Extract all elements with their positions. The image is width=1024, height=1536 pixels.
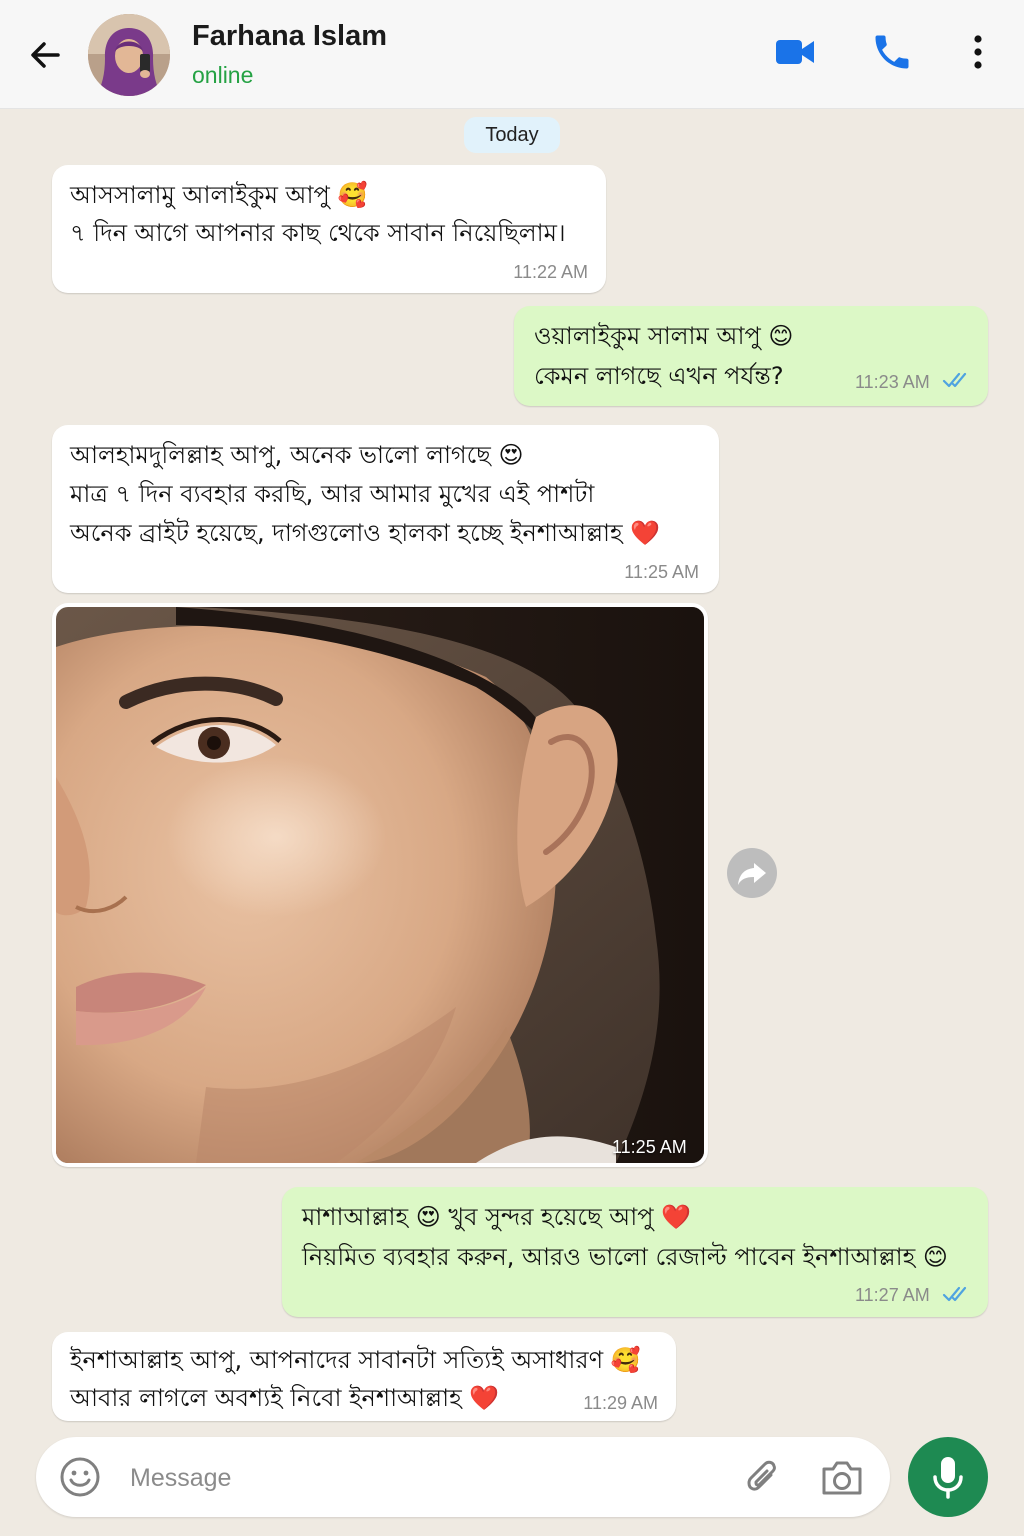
date-separator: Today	[464, 117, 560, 153]
message-outgoing[interactable]: মাশাআল্লাহ 😍 খুব সুন্দর হয়েছে আপু ❤️ নি…	[282, 1187, 988, 1317]
avatar-image	[88, 14, 170, 96]
message-line: আলহামদুলিল্লাহ আপু, অনেক ভালো লাগছে 😍	[70, 441, 524, 469]
message-line: মাশাআল্লাহ 😍 খুব সুন্দর হয়েছে আপু ❤️	[302, 1203, 692, 1231]
mic-icon	[933, 1457, 963, 1499]
camera-icon[interactable]	[818, 1455, 866, 1499]
image-message[interactable]: 11:25 AM	[52, 603, 708, 1167]
message-time: 11:23 AM	[855, 372, 930, 392]
message-time: 11:25 AM	[624, 562, 699, 582]
forward-button[interactable]	[727, 848, 777, 898]
voice-call-button[interactable]	[870, 30, 914, 74]
contact-name[interactable]: Farhana Islam	[192, 20, 387, 53]
message-composer	[36, 1437, 890, 1517]
message-line: নিয়মিত ব্যবহার করুন, আরও ভালো রেজাল্ট প…	[302, 1243, 948, 1271]
message-incoming[interactable]: আলহামদুলিল্লাহ আপু, অনেক ভালো লাগছে 😍 মা…	[52, 425, 719, 593]
photo-skin-closeup[interactable]	[56, 607, 704, 1163]
attach-icon[interactable]	[741, 1455, 785, 1499]
voice-message-button[interactable]	[908, 1437, 988, 1517]
more-vert-icon	[974, 35, 982, 69]
avatar[interactable]	[88, 14, 170, 96]
message-line: আবার লাগলে অবশ্যই নিবো ইনশাআল্লাহ ❤️	[70, 1384, 500, 1412]
contact-status: online	[192, 62, 254, 88]
message-line: ৭ দিন আগে আপনার কাছ থেকে সাবান নিয়েছিলা…	[70, 219, 566, 247]
message-line: ওয়ালাইকুম সালাম আপু 😊	[534, 322, 794, 350]
chat-header: Farhana Islam online	[0, 0, 1024, 109]
phone-icon	[875, 35, 909, 69]
video-call-icon	[776, 40, 814, 64]
message-line: অনেক ব্রাইট হয়েছে, দাগগুলোও হালকা হচ্ছে…	[70, 519, 661, 547]
message-outgoing[interactable]: ওয়ালাইকুম সালাম আপু 😊 কেমন লাগছে এখন পর…	[514, 306, 988, 406]
more-options-button[interactable]	[956, 30, 1000, 74]
message-time: 11:22 AM	[513, 262, 588, 282]
emoji-icon[interactable]	[58, 1455, 102, 1499]
message-incoming[interactable]: আসসালামু আলাইকুম আপু 🥰 ৭ দিন আগে আপনার ক…	[52, 165, 606, 293]
read-receipt-icon	[942, 1286, 967, 1302]
message-line: ইনশাআল্লাহ আপু, আপনাদের সাবানটা সত্যিই অ…	[70, 1346, 641, 1374]
video-call-button[interactable]	[773, 30, 817, 74]
message-incoming[interactable]: ইনশাআল্লাহ আপু, আপনাদের সাবানটা সত্যিই অ…	[52, 1332, 676, 1421]
back-arrow-icon	[31, 42, 60, 68]
message-line: মাত্র ৭ দিন ব্যবহার করছি, আর আমার মুখের …	[70, 480, 595, 508]
message-line: কেমন লাগছে এখন পর্যন্ত?	[534, 362, 784, 390]
forward-icon	[738, 863, 766, 885]
message-time: 11:25 AM	[612, 1137, 687, 1157]
read-receipt-icon	[942, 372, 967, 388]
message-time: 11:27 AM	[855, 1285, 930, 1305]
message-line: আসসালামু আলাইকুম আপু 🥰	[70, 181, 368, 209]
face-photo	[56, 607, 704, 1163]
message-input[interactable]	[128, 1453, 712, 1503]
message-time: 11:29 AM	[583, 1393, 658, 1413]
back-button[interactable]	[24, 34, 70, 76]
